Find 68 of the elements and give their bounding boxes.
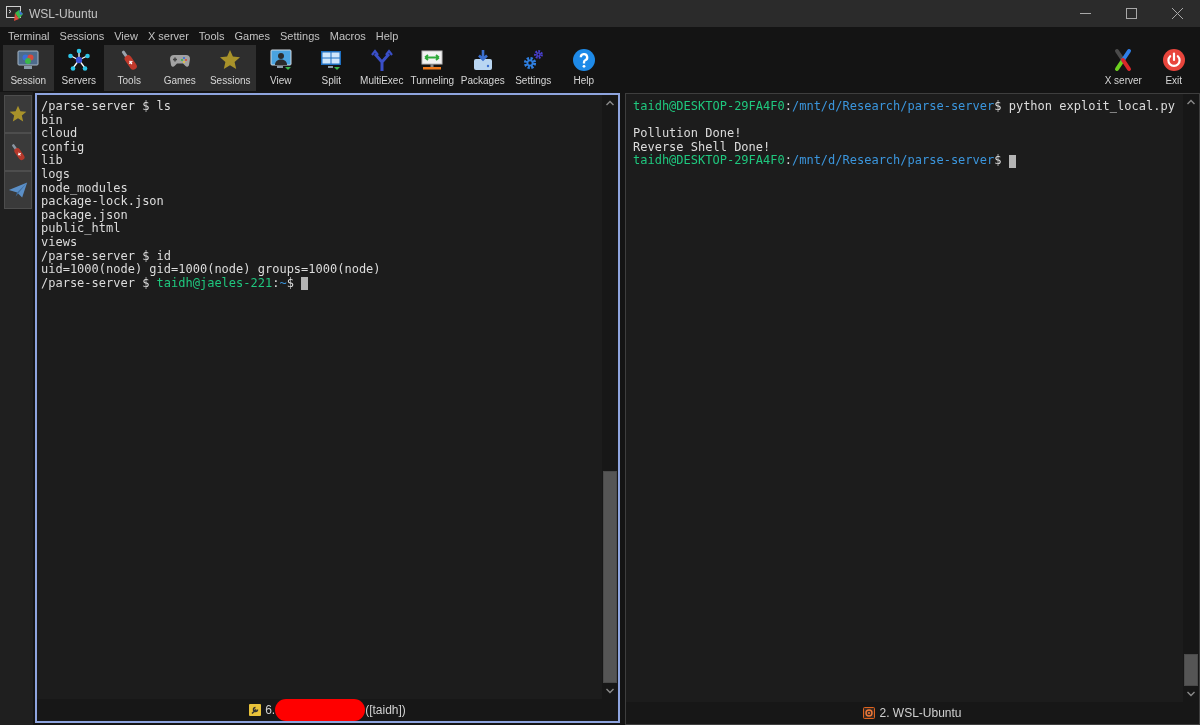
menu-item[interactable]: Games [229,28,275,44]
sidebar-tab[interactable] [4,171,32,209]
menu-item[interactable]: X server [142,28,194,44]
fork-icon [369,48,394,72]
terminal-line: node_modules [41,181,128,196]
toolbar-button[interactable]: Split [306,45,357,91]
paper-plane-icon [8,180,28,200]
toolbar-button[interactable]: Session [3,45,54,91]
scrollbar[interactable] [1183,94,1199,702]
toolbar-button[interactable]: Settings [508,45,559,91]
scrollbar-thumb[interactable] [603,471,617,683]
toolbar-button[interactable]: MultiExec [356,45,407,91]
toolbar-button[interactable]: Exit [1148,45,1199,91]
sidebar-tab[interactable] [4,133,32,171]
terminal-line: package-lock.json [41,195,164,209]
menu-item[interactable]: Macros [324,28,371,44]
scrollbar[interactable] [602,95,618,699]
tab-label: ([taidh]) [365,703,406,717]
terminal-line: Reverse Shell Done! [633,140,771,154]
terminal-line: bin [41,113,63,127]
terminal-line: logs [41,167,70,182]
terminal-line: /parse-server $ ls [41,100,172,114]
terminal-line: cloud [41,127,78,141]
menu-item[interactable]: View [109,28,143,44]
close-icon [1171,8,1183,19]
help-icon [571,48,596,72]
settings-icon [521,48,546,72]
toolbar-button[interactable]: Tools [104,45,155,91]
menu-item[interactable]: Help [370,28,404,44]
menu-item[interactable]: Tools [193,28,230,44]
menu-item[interactable]: Settings [275,28,325,44]
terminal-line: uid=1000(node) gid=1000(node) groups=1000(node) [41,263,381,277]
toolbar-button[interactable]: Servers [53,45,104,91]
toolbar-button[interactable]: Sessions [205,45,256,91]
toolbar-button[interactable]: View [255,45,306,91]
toolbar-button[interactable]: Help [558,45,609,91]
terminal-line: lib [41,154,63,168]
toolbar-button[interactable]: Packages [457,45,508,91]
terminal-line: /parse-server $ id [41,249,172,264]
terminal-line: Pollution Done! [633,127,742,141]
power-icon [1161,48,1186,72]
toolbar-button[interactable]: Tunneling [407,45,458,91]
terminal-badge-icon [863,707,876,719]
wrench-icon [249,704,262,716]
terminal-line: taidh@DESKTOP-29FA4F0:/mnt/d/Research/parse-server$ [633,154,1002,168]
monitor-icon [16,48,41,72]
monitor-arrows-icon [420,48,445,72]
network-icon [66,48,91,72]
terminal-line: public_html [41,222,121,236]
window-grid-icon [319,48,344,72]
star-icon [8,104,28,124]
window-title: WSL-Ubuntu [29,6,98,21]
terminal-line: taidh@DESKTOP-29FA4F0:/mnt/d/Research/parse-server$ python exploit_local.py [633,100,1175,114]
terminal-line: views [41,235,78,250]
tab-label: 2. WSL-Ubuntu [879,706,962,720]
terminal-line: package.json [41,208,128,223]
scrollbar-thumb[interactable] [1184,654,1198,686]
menu-item[interactable]: Sessions [54,28,110,44]
toolbar-button[interactable]: Games [154,45,205,91]
maximize-icon [1125,8,1137,19]
tab-label: 6. [265,703,276,717]
terminal-line: /parse-server $ taidh@jaeles-221:~$ [41,276,294,291]
toolbar-button[interactable]: X server [1098,45,1149,91]
sidebar-tab[interactable] [4,95,32,133]
terminal-line: config [41,140,85,155]
app-icon [6,6,23,21]
monitor-user-icon [268,48,293,72]
menu-item[interactable]: Terminal [3,28,55,44]
